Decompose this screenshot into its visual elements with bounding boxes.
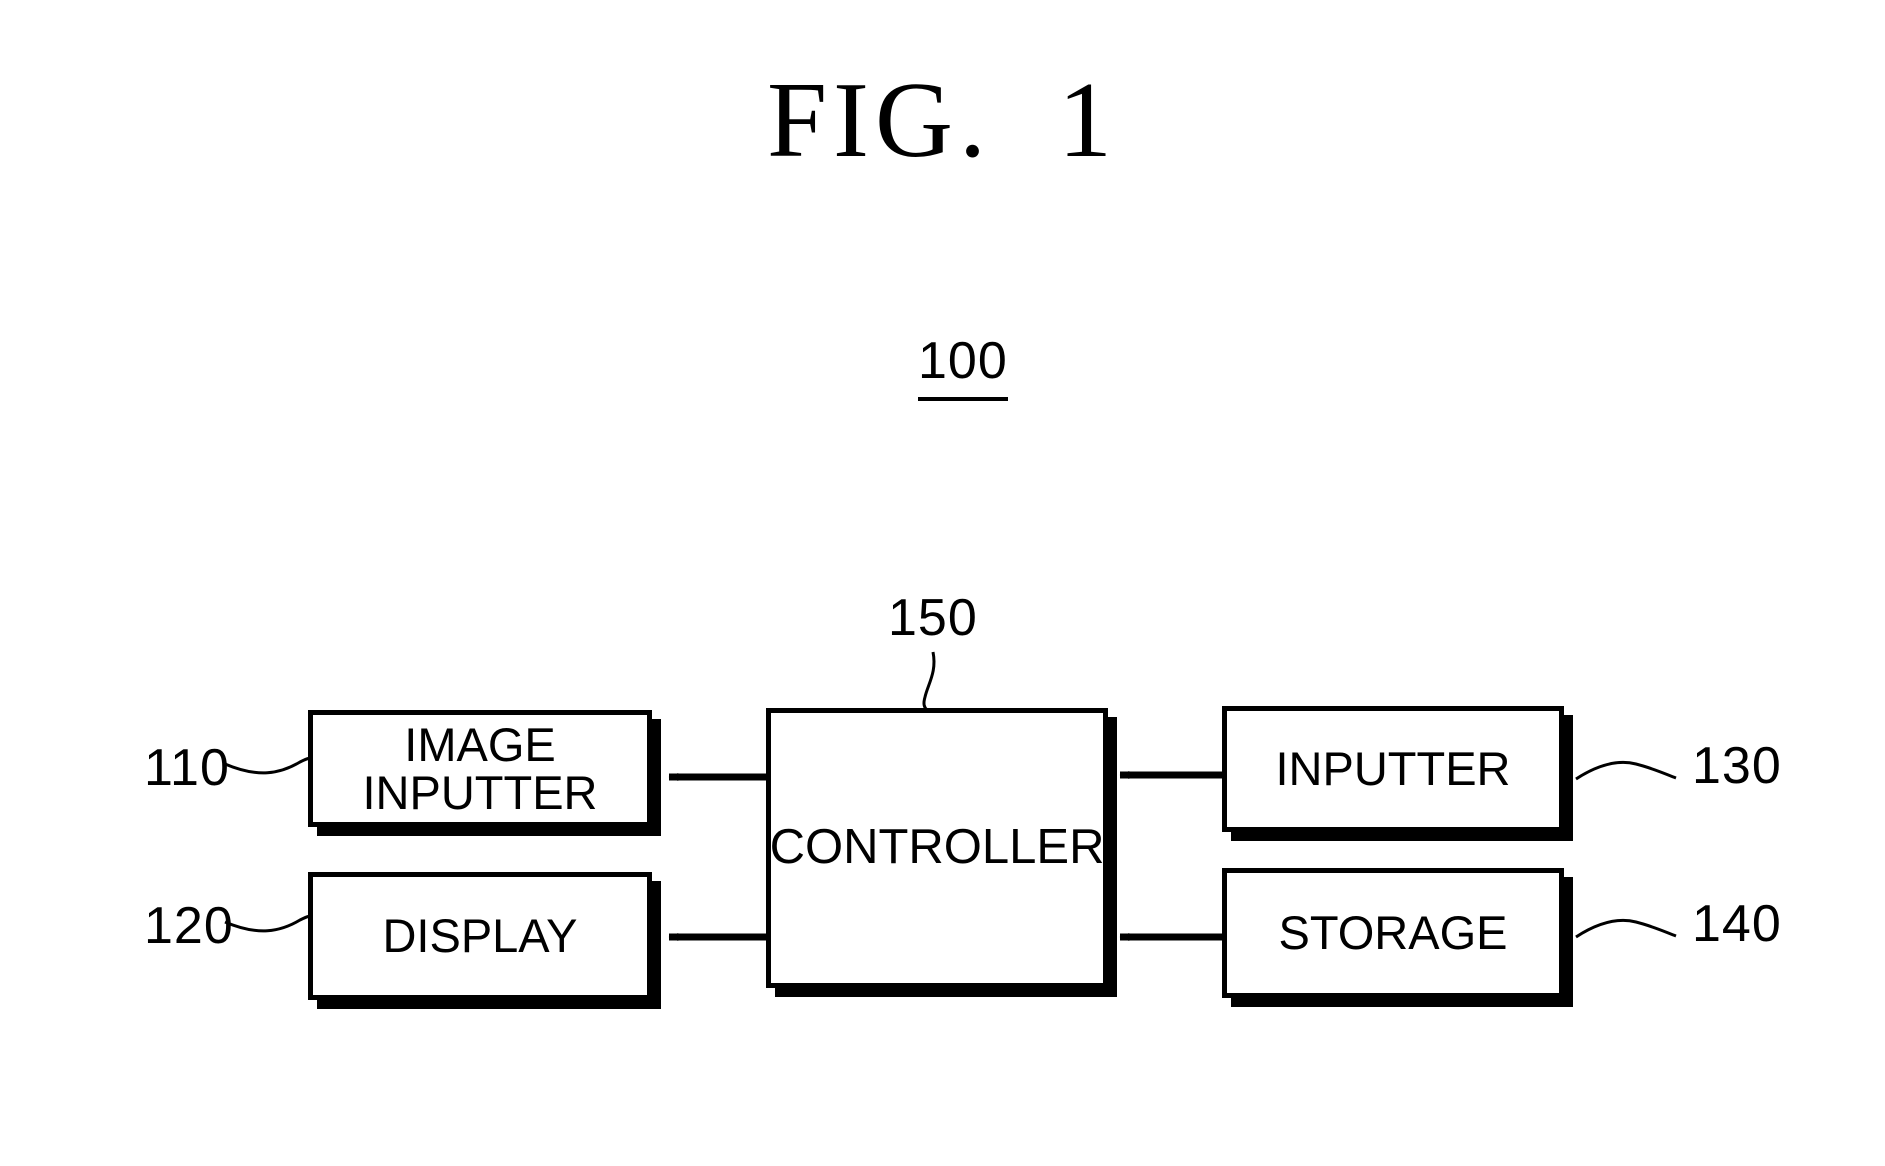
block-storage: STORAGE [1222,868,1564,998]
block-image-inputter: IMAGE INPUTTER [308,710,652,827]
block-image-inputter-label: IMAGE INPUTTER [362,717,598,819]
block-controller: CONTROLLER [766,708,1108,988]
leader-line-120 [224,914,315,933]
block-controller-label: CONTROLLER [769,820,1105,875]
controller-reference-label: 150 [888,589,978,647]
block-display: DISPLAY [308,872,652,1000]
block-display-label: DISPLAY [382,909,578,963]
leader-line-110 [224,756,315,775]
block-storage-label: STORAGE [1278,906,1508,960]
system-reference-label: 100 [918,335,1008,401]
patent-figure: FIG. 1 100 150 110 120 130 140 IMAGE INP… [0,0,1885,1166]
leader-line-140 [1575,918,1677,939]
block-inputter-label: INPUTTER [1275,742,1511,796]
reference-label-120: 120 [144,897,234,955]
reference-label-140: 140 [1692,895,1782,953]
leader-line-150 [922,651,936,712]
figure-title: FIG. 1 [766,61,1119,180]
reference-label-130: 130 [1692,737,1782,795]
block-inputter: INPUTTER [1222,706,1564,832]
leader-line-130 [1575,760,1677,781]
reference-label-110: 110 [144,739,230,797]
